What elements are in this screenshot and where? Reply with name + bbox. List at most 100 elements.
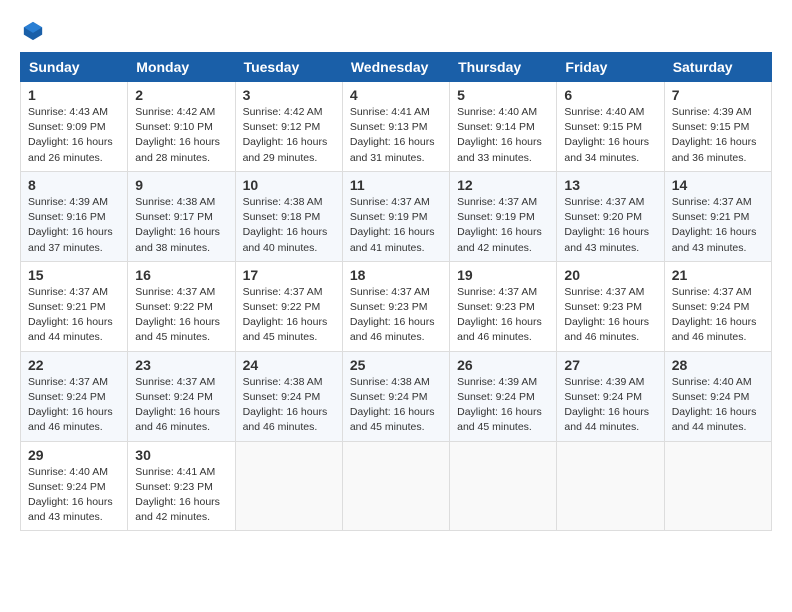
day-cell-7: 7 Sunrise: 4:39 AM Sunset: 9:15 PM Dayli… [664, 82, 771, 172]
header-monday: Monday [128, 53, 235, 82]
day-info: Sunrise: 4:43 AM Sunset: 9:09 PM Dayligh… [28, 105, 120, 166]
day-number: 14 [672, 177, 764, 193]
day-cell-29: 29 Sunrise: 4:40 AM Sunset: 9:24 PM Dayl… [21, 441, 128, 531]
day-info: Sunrise: 4:42 AM Sunset: 9:10 PM Dayligh… [135, 105, 227, 166]
day-cell-17: 17 Sunrise: 4:37 AM Sunset: 9:22 PM Dayl… [235, 261, 342, 351]
day-number: 5 [457, 87, 549, 103]
day-number: 6 [564, 87, 656, 103]
day-cell-5: 5 Sunrise: 4:40 AM Sunset: 9:14 PM Dayli… [450, 82, 557, 172]
day-number: 24 [243, 357, 335, 373]
day-cell-2: 2 Sunrise: 4:42 AM Sunset: 9:10 PM Dayli… [128, 82, 235, 172]
header [20, 20, 772, 42]
day-number: 13 [564, 177, 656, 193]
empty-cell [664, 441, 771, 531]
day-info: Sunrise: 4:39 AM Sunset: 9:24 PM Dayligh… [457, 375, 549, 436]
day-info: Sunrise: 4:40 AM Sunset: 9:15 PM Dayligh… [564, 105, 656, 166]
day-number: 3 [243, 87, 335, 103]
day-info: Sunrise: 4:37 AM Sunset: 9:21 PM Dayligh… [28, 285, 120, 346]
calendar-week-4: 22 Sunrise: 4:37 AM Sunset: 9:24 PM Dayl… [21, 351, 772, 441]
calendar-week-2: 8 Sunrise: 4:39 AM Sunset: 9:16 PM Dayli… [21, 171, 772, 261]
day-info: Sunrise: 4:42 AM Sunset: 9:12 PM Dayligh… [243, 105, 335, 166]
day-info: Sunrise: 4:39 AM Sunset: 9:15 PM Dayligh… [672, 105, 764, 166]
day-cell-10: 10 Sunrise: 4:38 AM Sunset: 9:18 PM Dayl… [235, 171, 342, 261]
day-cell-26: 26 Sunrise: 4:39 AM Sunset: 9:24 PM Dayl… [450, 351, 557, 441]
day-cell-20: 20 Sunrise: 4:37 AM Sunset: 9:23 PM Dayl… [557, 261, 664, 351]
logo [20, 20, 44, 42]
day-cell-16: 16 Sunrise: 4:37 AM Sunset: 9:22 PM Dayl… [128, 261, 235, 351]
day-number: 29 [28, 447, 120, 463]
calendar-week-5: 29 Sunrise: 4:40 AM Sunset: 9:24 PM Dayl… [21, 441, 772, 531]
day-cell-14: 14 Sunrise: 4:37 AM Sunset: 9:21 PM Dayl… [664, 171, 771, 261]
day-number: 20 [564, 267, 656, 283]
day-info: Sunrise: 4:38 AM Sunset: 9:17 PM Dayligh… [135, 195, 227, 256]
calendar-week-3: 15 Sunrise: 4:37 AM Sunset: 9:21 PM Dayl… [21, 261, 772, 351]
day-cell-15: 15 Sunrise: 4:37 AM Sunset: 9:21 PM Dayl… [21, 261, 128, 351]
day-cell-8: 8 Sunrise: 4:39 AM Sunset: 9:16 PM Dayli… [21, 171, 128, 261]
day-info: Sunrise: 4:37 AM Sunset: 9:21 PM Dayligh… [672, 195, 764, 256]
day-cell-3: 3 Sunrise: 4:42 AM Sunset: 9:12 PM Dayli… [235, 82, 342, 172]
day-info: Sunrise: 4:37 AM Sunset: 9:24 PM Dayligh… [135, 375, 227, 436]
empty-cell [235, 441, 342, 531]
day-info: Sunrise: 4:40 AM Sunset: 9:24 PM Dayligh… [672, 375, 764, 436]
day-number: 9 [135, 177, 227, 193]
day-info: Sunrise: 4:37 AM Sunset: 9:19 PM Dayligh… [350, 195, 442, 256]
day-info: Sunrise: 4:37 AM Sunset: 9:23 PM Dayligh… [457, 285, 549, 346]
day-cell-4: 4 Sunrise: 4:41 AM Sunset: 9:13 PM Dayli… [342, 82, 449, 172]
empty-cell [557, 441, 664, 531]
day-info: Sunrise: 4:37 AM Sunset: 9:24 PM Dayligh… [672, 285, 764, 346]
header-tuesday: Tuesday [235, 53, 342, 82]
day-info: Sunrise: 4:38 AM Sunset: 9:18 PM Dayligh… [243, 195, 335, 256]
day-cell-11: 11 Sunrise: 4:37 AM Sunset: 9:19 PM Dayl… [342, 171, 449, 261]
day-info: Sunrise: 4:37 AM Sunset: 9:20 PM Dayligh… [564, 195, 656, 256]
day-number: 26 [457, 357, 549, 373]
day-number: 17 [243, 267, 335, 283]
day-number: 18 [350, 267, 442, 283]
day-info: Sunrise: 4:37 AM Sunset: 9:19 PM Dayligh… [457, 195, 549, 256]
day-cell-12: 12 Sunrise: 4:37 AM Sunset: 9:19 PM Dayl… [450, 171, 557, 261]
day-cell-27: 27 Sunrise: 4:39 AM Sunset: 9:24 PM Dayl… [557, 351, 664, 441]
day-info: Sunrise: 4:40 AM Sunset: 9:14 PM Dayligh… [457, 105, 549, 166]
day-info: Sunrise: 4:37 AM Sunset: 9:23 PM Dayligh… [564, 285, 656, 346]
day-cell-19: 19 Sunrise: 4:37 AM Sunset: 9:23 PM Dayl… [450, 261, 557, 351]
calendar-week-1: 1 Sunrise: 4:43 AM Sunset: 9:09 PM Dayli… [21, 82, 772, 172]
day-number: 21 [672, 267, 764, 283]
day-number: 10 [243, 177, 335, 193]
day-info: Sunrise: 4:41 AM Sunset: 9:23 PM Dayligh… [135, 465, 227, 526]
day-cell-6: 6 Sunrise: 4:40 AM Sunset: 9:15 PM Dayli… [557, 82, 664, 172]
day-number: 30 [135, 447, 227, 463]
day-info: Sunrise: 4:37 AM Sunset: 9:24 PM Dayligh… [28, 375, 120, 436]
day-number: 28 [672, 357, 764, 373]
day-info: Sunrise: 4:38 AM Sunset: 9:24 PM Dayligh… [243, 375, 335, 436]
day-info: Sunrise: 4:37 AM Sunset: 9:22 PM Dayligh… [243, 285, 335, 346]
day-number: 2 [135, 87, 227, 103]
day-number: 23 [135, 357, 227, 373]
logo-icon [22, 20, 44, 42]
header-saturday: Saturday [664, 53, 771, 82]
day-number: 1 [28, 87, 120, 103]
day-cell-13: 13 Sunrise: 4:37 AM Sunset: 9:20 PM Dayl… [557, 171, 664, 261]
day-number: 22 [28, 357, 120, 373]
header-wednesday: Wednesday [342, 53, 449, 82]
day-cell-1: 1 Sunrise: 4:43 AM Sunset: 9:09 PM Dayli… [21, 82, 128, 172]
day-cell-23: 23 Sunrise: 4:37 AM Sunset: 9:24 PM Dayl… [128, 351, 235, 441]
day-number: 7 [672, 87, 764, 103]
day-cell-30: 30 Sunrise: 4:41 AM Sunset: 9:23 PM Dayl… [128, 441, 235, 531]
day-number: 16 [135, 267, 227, 283]
day-info: Sunrise: 4:39 AM Sunset: 9:16 PM Dayligh… [28, 195, 120, 256]
day-info: Sunrise: 4:38 AM Sunset: 9:24 PM Dayligh… [350, 375, 442, 436]
header-sunday: Sunday [21, 53, 128, 82]
empty-cell [342, 441, 449, 531]
day-info: Sunrise: 4:41 AM Sunset: 9:13 PM Dayligh… [350, 105, 442, 166]
day-info: Sunrise: 4:37 AM Sunset: 9:22 PM Dayligh… [135, 285, 227, 346]
header-thursday: Thursday [450, 53, 557, 82]
day-cell-18: 18 Sunrise: 4:37 AM Sunset: 9:23 PM Dayl… [342, 261, 449, 351]
day-cell-9: 9 Sunrise: 4:38 AM Sunset: 9:17 PM Dayli… [128, 171, 235, 261]
day-number: 4 [350, 87, 442, 103]
day-cell-21: 21 Sunrise: 4:37 AM Sunset: 9:24 PM Dayl… [664, 261, 771, 351]
calendar-table: SundayMondayTuesdayWednesdayThursdayFrid… [20, 52, 772, 531]
day-number: 27 [564, 357, 656, 373]
day-cell-25: 25 Sunrise: 4:38 AM Sunset: 9:24 PM Dayl… [342, 351, 449, 441]
empty-cell [450, 441, 557, 531]
calendar-header-row: SundayMondayTuesdayWednesdayThursdayFrid… [21, 53, 772, 82]
day-number: 12 [457, 177, 549, 193]
